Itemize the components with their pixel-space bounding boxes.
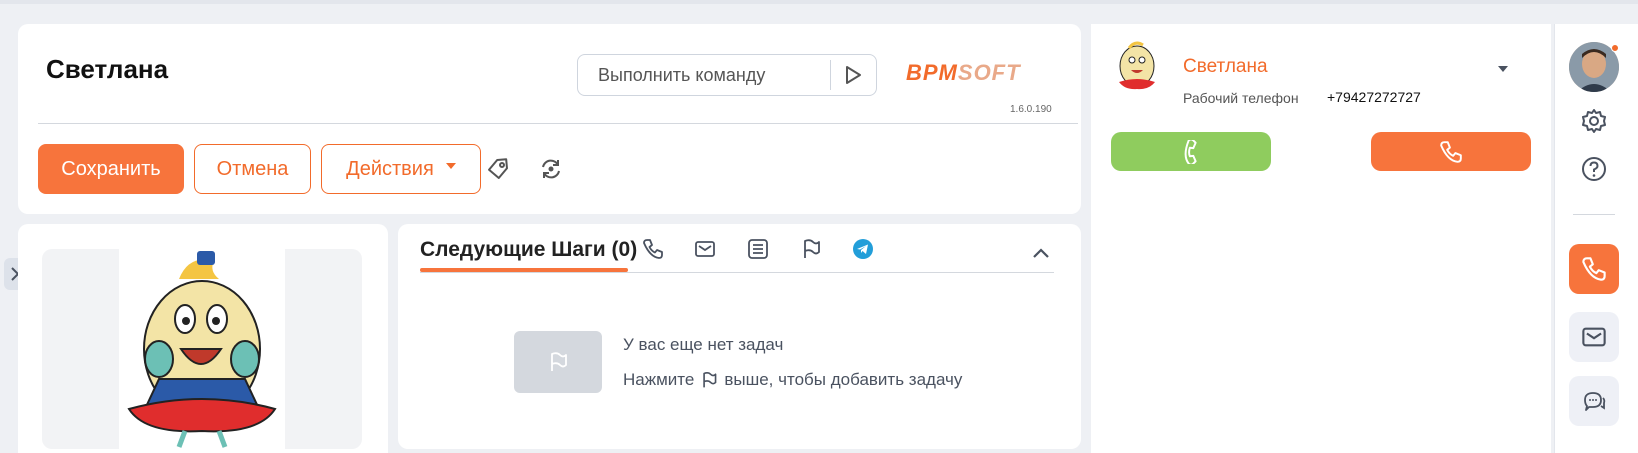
refresh-icon	[542, 159, 560, 179]
save-button[interactable]: Сохранить	[38, 144, 184, 194]
refresh-button[interactable]	[536, 154, 566, 184]
call-panel: Светлана Рабочий телефон +79427272727	[1091, 24, 1551, 453]
notification-badge	[1611, 44, 1619, 52]
flag-icon	[804, 239, 820, 258]
right-rail	[1554, 24, 1638, 453]
logo-bold: BPM	[906, 60, 958, 85]
header-divider	[38, 123, 1078, 124]
mail-icon	[1582, 327, 1606, 347]
add-task-button[interactable]	[796, 234, 826, 264]
contact-photo	[119, 249, 285, 449]
page-title: Светлана	[46, 54, 169, 84]
phone-panel-button[interactable]	[1569, 244, 1619, 294]
app-version: 1.6.0.190	[1010, 104, 1052, 115]
run-command-button[interactable]	[831, 55, 876, 95]
mail-panel-button[interactable]	[1569, 312, 1619, 362]
cancel-button[interactable]: Отмена	[194, 144, 311, 194]
actions-label: Действия	[346, 157, 434, 180]
caller-avatar	[1111, 40, 1163, 92]
phone-type-label: Рабочий телефон	[1183, 90, 1299, 106]
answer-call-button[interactable]	[1111, 132, 1271, 171]
list-icon	[748, 239, 768, 259]
help-icon	[1582, 157, 1606, 181]
help-button[interactable]	[1579, 154, 1609, 184]
mail-icon	[695, 241, 715, 257]
rail-divider	[1573, 214, 1615, 215]
command-input[interactable]	[578, 55, 830, 95]
add-call-button[interactable]	[638, 234, 668, 264]
caller-name: Светлана	[1183, 56, 1268, 77]
flag-icon	[551, 352, 567, 371]
hangup-icon	[1440, 140, 1462, 163]
tag-button[interactable]	[483, 154, 513, 184]
command-box	[577, 54, 877, 96]
chat-icon	[1584, 392, 1606, 411]
hint-after: выше, чтобы добавить задачу	[724, 370, 963, 389]
caret-down-icon	[1498, 66, 1508, 72]
flag-icon	[703, 371, 717, 388]
contact-photo-frame[interactable]	[42, 249, 362, 449]
collapse-button[interactable]	[1026, 238, 1056, 268]
gear-icon	[1582, 109, 1606, 133]
tag-icon	[488, 158, 508, 179]
chat-panel-button[interactable]	[1569, 376, 1619, 426]
tab-next-steps[interactable]: Следующие Шаги (0)	[420, 238, 637, 262]
settings-button[interactable]	[1579, 106, 1609, 136]
telegram-button[interactable]	[848, 234, 878, 264]
add-email-button[interactable]	[690, 234, 720, 264]
phone-icon	[643, 239, 663, 259]
caller-dropdown[interactable]	[1496, 62, 1510, 76]
contact-photo-card	[18, 224, 388, 453]
phone-icon	[1184, 139, 1197, 164]
bpmsoft-logo: BPMSOFT	[906, 60, 1021, 86]
actions-button[interactable]: Действия	[321, 144, 481, 194]
record-header: Светлана BPMSOFT 1.6.0.190 Сохранить Отм…	[18, 24, 1081, 214]
next-steps-card: Следующие Шаги (0) У вас еще нет задач Н…	[398, 224, 1081, 449]
hint-before: Нажмите	[623, 370, 695, 389]
play-icon	[846, 66, 862, 84]
caret-down-icon	[445, 163, 456, 169]
phone-number: +79427272727	[1327, 89, 1421, 105]
top-border	[0, 0, 1638, 4]
phone-icon	[1582, 257, 1606, 281]
chevron-up-icon	[1033, 248, 1049, 258]
tabs-divider	[420, 272, 1054, 273]
empty-tasks-placeholder	[514, 331, 602, 393]
telegram-icon	[853, 239, 873, 259]
logo-light: SOFT	[957, 60, 1021, 85]
hangup-call-button[interactable]	[1371, 132, 1531, 171]
add-note-button[interactable]	[743, 234, 773, 264]
empty-tasks-message: У вас еще нет задач	[623, 335, 784, 354]
empty-tasks-hint: Нажмите выше, чтобы добавить задачу	[623, 370, 962, 390]
